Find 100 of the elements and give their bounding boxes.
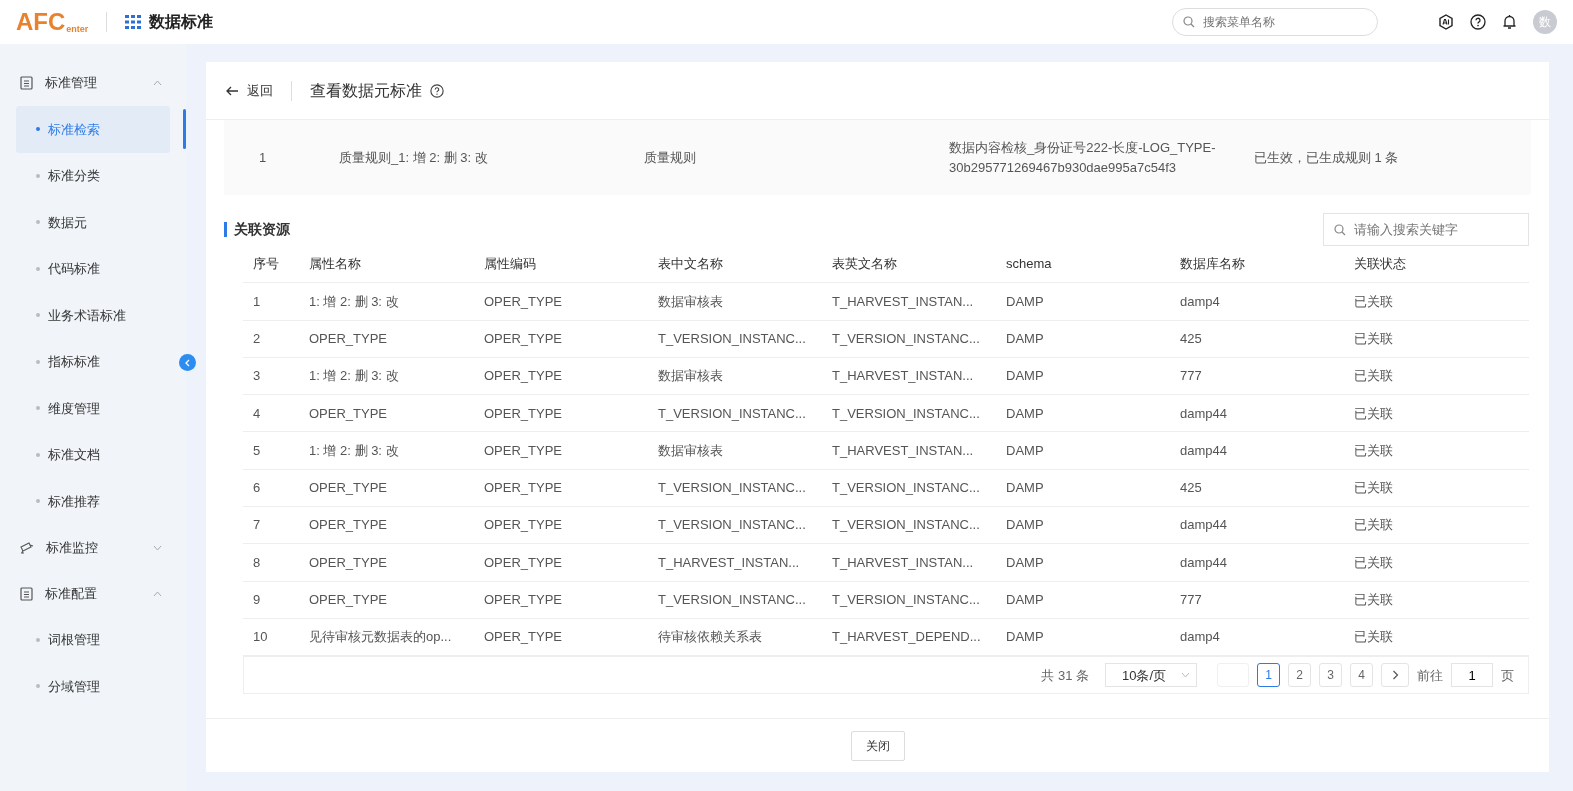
table-cell-text: DAMP — [1006, 591, 1045, 610]
table-cell-text: damp44 — [1180, 516, 1228, 535]
column-header: 序号 — [253, 255, 280, 274]
goto-suffix: 页 — [1501, 666, 1514, 685]
next-page-button[interactable] — [1381, 663, 1409, 688]
chevron-right-icon — [1391, 670, 1399, 681]
sidebar-item[interactable]: 指标标准 — [16, 338, 170, 385]
column-header: schema — [1006, 255, 1053, 274]
chevron-icon — [153, 544, 162, 551]
camera-icon — [20, 541, 34, 554]
table-cell-text: 数据审核表 — [658, 367, 724, 386]
page-input[interactable]: 1 — [1451, 663, 1493, 688]
table-cell-text: OPER_TYPE — [309, 553, 389, 572]
ai-icon[interactable] — [1438, 14, 1454, 30]
table-cell-text: DAMP — [1006, 479, 1045, 498]
table-cell-text: OPER_TYPE — [484, 404, 564, 423]
page-button[interactable]: 3 — [1319, 663, 1342, 688]
table-cell-text: OPER_TYPE — [484, 628, 564, 647]
table-cell-text: T_VERSION_INSTANC... — [832, 404, 981, 423]
table-cell-text: damp44 — [1180, 553, 1228, 572]
table-cell-text: 9 — [253, 591, 262, 610]
table-cell-text: 4 — [253, 404, 262, 423]
search-icon — [1183, 16, 1195, 28]
table-cell-text: DAMP — [1006, 330, 1045, 348]
page-button[interactable]: 2 — [1288, 663, 1311, 688]
sidebar-group[interactable]: 标准配置 — [0, 570, 186, 617]
table-cell-text: OPER_TYPE — [309, 591, 389, 610]
table-cell-text: 已关联 — [1354, 479, 1394, 498]
table-cell-text: OPER_TYPE — [484, 367, 564, 386]
table-cell-text: 已生效，已生成规则 1 条 — [1254, 148, 1400, 167]
sidebar-item[interactable]: 业务术语标准 — [16, 292, 170, 339]
sidebar-group[interactable]: 标准管理 — [0, 60, 186, 106]
sidebar-item[interactable]: 词根管理 — [16, 616, 170, 663]
column-header: 数据库名称 — [1180, 255, 1246, 274]
table-cell-text: 6 — [253, 479, 262, 498]
table-cell-text: 数据内容检核_身份证号222-长度-LOG_TYPE- 30b295771269467b930dae995a7c54f3 — [949, 139, 1217, 177]
sidebar-item[interactable]: 分域管理 — [16, 663, 170, 710]
page-size-select[interactable]: 10条/页 — [1105, 663, 1197, 688]
table-cell-text: 已关联 — [1354, 628, 1394, 647]
sidebar-item[interactable]: 维度管理 — [16, 385, 170, 432]
table-cell-text: OPER_TYPE — [484, 553, 564, 572]
chevron-left-icon — [183, 358, 192, 367]
collapse-sidebar-button[interactable] — [179, 354, 196, 371]
help-icon[interactable] — [1470, 14, 1486, 30]
menu-search-field[interactable]: 搜索菜单名称 — [1172, 8, 1378, 36]
table-cell-text: DAMP — [1006, 628, 1045, 647]
search-icon — [1334, 223, 1346, 236]
back-button[interactable]: 返回 — [226, 80, 273, 101]
sidebar-item[interactable]: 标准推荐 — [16, 478, 170, 525]
app-title: 数据标准 — [149, 12, 214, 32]
page-button[interactable]: 1 — [1257, 663, 1280, 688]
table-cell-text: T_HARVEST_INSTAN... — [832, 441, 975, 460]
table-cell-text: T_HARVEST_INSTAN... — [832, 292, 975, 311]
table-cell-text: damp4 — [1180, 292, 1221, 311]
page-title: 查看数据元标准 — [310, 80, 422, 101]
table-cell-text: damp44 — [1180, 404, 1228, 423]
table-cell-text: 777 — [1180, 367, 1203, 386]
table-cell-text: 见待审核元数据表的op... — [309, 628, 453, 647]
table-cell-text: T_HARVEST_INSTAN... — [658, 553, 801, 572]
sidebar-item[interactable]: 代码标准 — [16, 245, 170, 292]
table-cell-text: T_VERSION_INSTANC... — [658, 591, 807, 610]
column-header: 属性编码 — [484, 255, 537, 274]
sidebar-item[interactable]: 标准文档 — [16, 431, 170, 478]
chevron-icon — [153, 80, 162, 86]
table-cell-text: 425 — [1180, 330, 1203, 348]
help-icon[interactable] — [430, 83, 444, 98]
sidebar-item[interactable]: 标准检索 — [16, 106, 170, 153]
table-cell-text: 8 — [253, 553, 262, 572]
table-cell-text: OPER_TYPE — [309, 404, 389, 423]
bell-icon[interactable] — [1502, 14, 1517, 30]
table-cell-text: T_VERSION_INSTANC... — [832, 479, 981, 498]
table-cell-text: T_VERSION_INSTANC... — [658, 404, 807, 423]
table-cell-text: T_VERSION_INSTANC... — [658, 330, 807, 348]
page-button[interactable]: 4 — [1350, 663, 1373, 688]
table-cell-text: DAMP — [1006, 404, 1045, 423]
grid-icon — [125, 15, 142, 29]
sidebar-group[interactable]: 标准监控 — [0, 524, 186, 571]
table-cell-text: T_VERSION_INSTANC... — [658, 479, 807, 498]
table-cell-text: T_VERSION_INSTANC... — [832, 591, 981, 610]
table-cell-text: DAMP — [1006, 367, 1045, 386]
table-cell-text: T_HARVEST_INSTAN... — [832, 553, 975, 572]
table-cell-text: 已关联 — [1354, 441, 1394, 460]
table-cell-text: 已关联 — [1354, 367, 1394, 386]
table-cell-text: 已关联 — [1354, 330, 1394, 348]
table-cell-text: 1: 增 2: 删 3: 改 — [309, 441, 400, 460]
table-cell-text: 质量规则 — [644, 148, 697, 167]
document-icon — [20, 76, 33, 90]
sidebar-item[interactable]: 数据元 — [16, 199, 170, 246]
resource-search-field[interactable]: 请输入搜索关键字 — [1323, 213, 1529, 246]
table-cell-text: OPER_TYPE — [484, 479, 564, 498]
table-cell-text: DAMP — [1006, 553, 1045, 572]
table-cell-text: OPER_TYPE — [484, 292, 564, 311]
table-cell-text: 1 — [259, 148, 268, 167]
table-cell-text: OPER_TYPE — [309, 330, 389, 348]
table-cell-text: 已关联 — [1354, 292, 1394, 311]
table-cell-text: damp44 — [1180, 441, 1228, 460]
sidebar-item[interactable]: 标准分类 — [16, 152, 170, 199]
table-cell-text: 3 — [253, 367, 262, 386]
close-button[interactable]: 关闭 — [850, 730, 905, 761]
table-cell-text: OPER_TYPE — [484, 441, 564, 460]
